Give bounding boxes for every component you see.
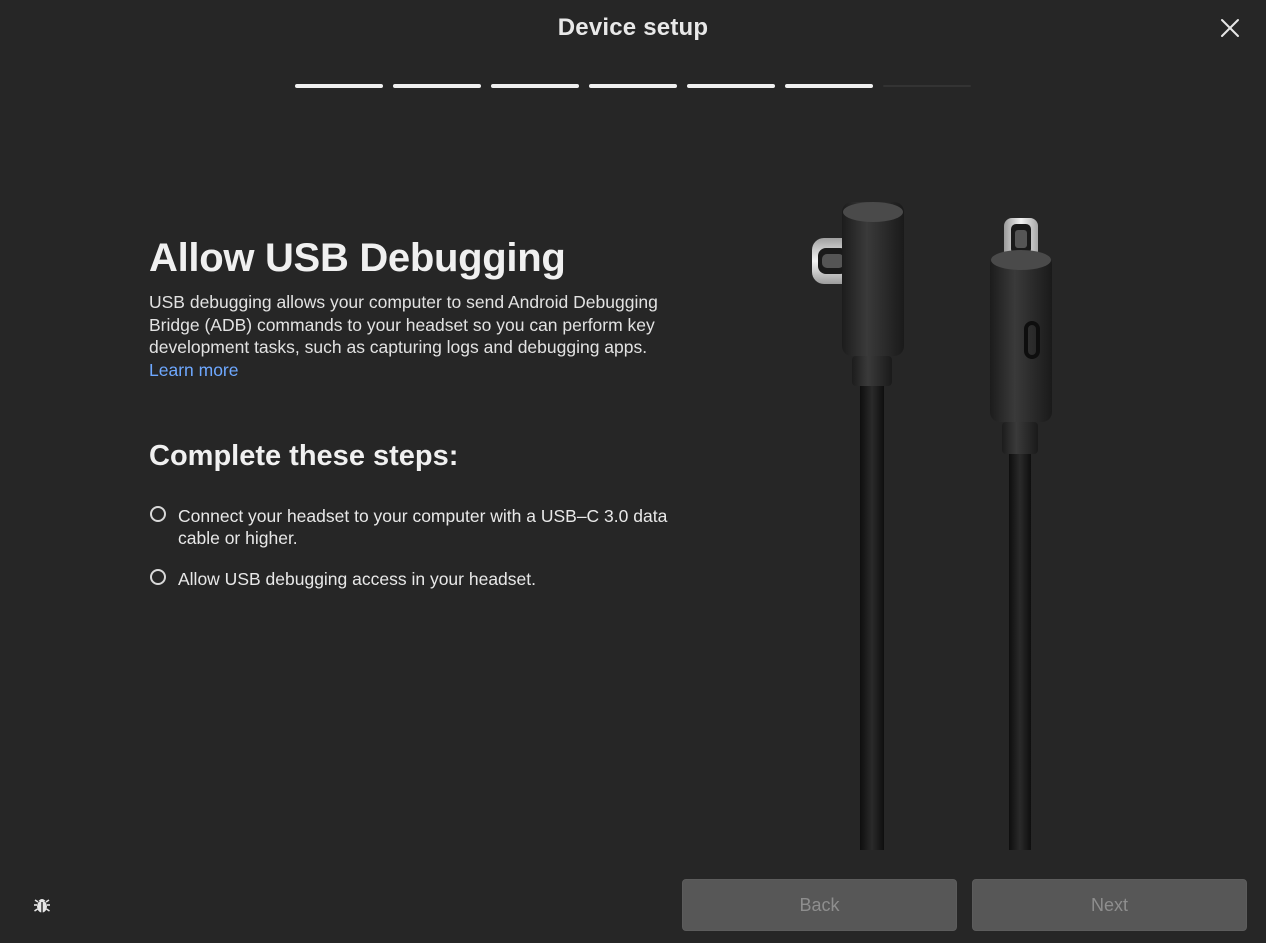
step-status-radio[interactable] [150,569,166,585]
step-label: Allow USB debugging access in your heads… [178,569,536,589]
step-item-connect-headset[interactable]: Connect your headset to your computer wi… [150,505,670,549]
back-button[interactable]: Back [682,879,957,931]
close-icon [1221,19,1239,37]
description-text: USB debugging allows your computer to se… [149,292,658,357]
step-status-radio[interactable] [150,506,166,522]
report-bug-button[interactable] [30,893,54,917]
angled-usb-c-connector [812,202,904,850]
next-button[interactable]: Next [972,879,1247,931]
learn-more-link[interactable]: Learn more [149,360,239,380]
progress-segment [295,84,383,88]
setup-progress-bar [295,84,971,88]
close-button[interactable] [1214,12,1246,44]
progress-segment [785,84,873,88]
device-setup-dialog: Device setup Allow USB Debugging USB deb… [0,0,1266,943]
straight-usb-c-connector [990,218,1052,850]
dialog-title: Device setup [557,14,709,41]
steps-list: Connect your headset to your computer wi… [150,505,670,609]
steps-heading: Complete these steps: [149,440,459,472]
progress-segment [491,84,579,88]
step-content: Allow USB Debugging USB debugging allows… [149,236,669,381]
progress-segment [687,84,775,88]
bug-icon [34,899,50,913]
usb-c-cable-illustration [790,180,1080,850]
progress-segment [393,84,481,88]
page-title: Allow USB Debugging [149,236,566,280]
progress-segment [589,84,677,88]
step-item-allow-debugging[interactable]: Allow USB debugging access in your heads… [150,568,670,590]
description: USB debugging allows your computer to se… [149,291,669,381]
step-label: Connect your headset to your computer wi… [178,506,668,548]
progress-segment-pending [883,85,971,87]
